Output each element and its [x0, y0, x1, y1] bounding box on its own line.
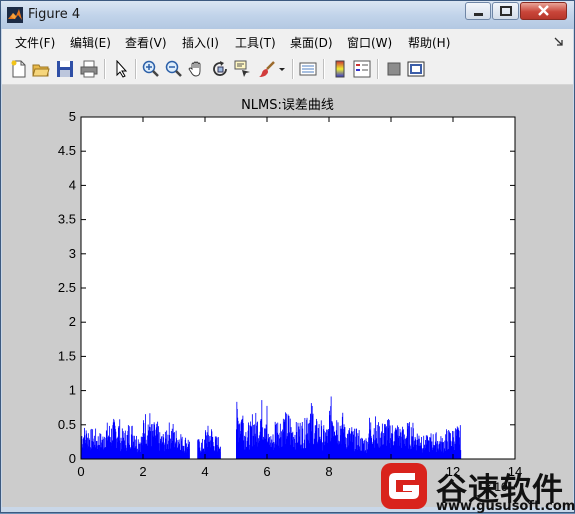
y-tick-label: 5 — [69, 109, 76, 124]
dock-arrow-icon[interactable] — [554, 37, 564, 47]
chart-plot[interactable]: 0246810121400.511.522.533.544.55x 10 — [2, 85, 573, 507]
pan-hand-icon[interactable] — [188, 60, 206, 78]
y-tick-label: 2.5 — [58, 280, 76, 295]
y-tick-label: 2 — [69, 314, 76, 329]
error-bar — [220, 446, 221, 459]
rotate-3d-icon[interactable] — [211, 60, 229, 78]
window-title: Figure 4 — [28, 7, 81, 22]
brush-icon[interactable] — [258, 60, 276, 78]
gususoft-logo-icon — [381, 463, 427, 509]
menu-insert[interactable]: 插入(I) — [182, 34, 219, 51]
y-tick-label: 3 — [69, 246, 76, 261]
y-tick-label: 3.5 — [58, 212, 76, 227]
x-tick-label: 2 — [139, 464, 146, 479]
toolbar-separator — [135, 59, 137, 79]
watermark: 谷速软件 www.gususoft.com — [376, 461, 575, 514]
save-icon[interactable] — [56, 60, 74, 78]
toolbar-separator — [377, 59, 379, 79]
x-tick-label: 6 — [263, 464, 270, 479]
hide-plot-tools-icon[interactable] — [385, 60, 403, 78]
select-arrow-icon[interactable] — [112, 60, 130, 78]
x-tick-label: 4 — [201, 464, 208, 479]
error-bar — [189, 441, 190, 459]
menu-window[interactable]: 窗口(W) — [347, 34, 392, 51]
link-plot-icon[interactable] — [299, 60, 317, 78]
print-icon[interactable] — [80, 60, 98, 78]
open-file-icon[interactable] — [32, 60, 50, 78]
zoom-out-icon[interactable] — [165, 60, 183, 78]
dropdown-arrow-icon[interactable] — [278, 60, 286, 78]
menu-view[interactable]: 查看(V) — [125, 34, 167, 51]
close-icon — [538, 5, 549, 16]
minimize-button[interactable] — [465, 2, 491, 20]
figure-canvas: NLMS:误差曲线 0246810121400.511.522.533.544.… — [2, 85, 573, 507]
data-cursor-icon[interactable] — [234, 60, 252, 78]
menu-tools[interactable]: 工具(T) — [235, 34, 276, 51]
toolbar-separator — [323, 59, 325, 79]
toolbar-separator — [104, 59, 106, 79]
legend-icon[interactable] — [353, 60, 371, 78]
close-button[interactable] — [520, 2, 567, 20]
minimize-icon — [474, 13, 483, 16]
plot-area — [81, 117, 515, 459]
watermark-url: www.gususoft.com — [436, 499, 575, 514]
colorbar-icon[interactable] — [331, 60, 349, 78]
maximize-button[interactable] — [492, 2, 519, 20]
zoom-in-icon[interactable] — [142, 60, 160, 78]
menu-bar: 文件(F) 编辑(E) 查看(V) 插入(I) 工具(T) 桌面(D) 窗口(W… — [2, 29, 573, 53]
show-plot-tools-icon[interactable] — [407, 60, 425, 78]
y-tick-label: 0 — [69, 451, 76, 466]
error-bar — [460, 450, 462, 459]
y-tick-label: 0.5 — [58, 417, 76, 432]
title-bar[interactable]: Figure 4 — [1, 1, 574, 29]
toolbar-separator — [292, 59, 294, 79]
y-tick-label: 4.5 — [58, 143, 76, 158]
y-tick-label: 1.5 — [58, 348, 76, 363]
menu-help[interactable]: 帮助(H) — [408, 34, 450, 51]
menu-desktop[interactable]: 桌面(D) — [290, 34, 333, 51]
y-tick-label: 1 — [69, 383, 76, 398]
y-tick-label: 4 — [69, 177, 76, 192]
toolbar — [2, 53, 573, 85]
x-tick-label: 0 — [77, 464, 84, 479]
figure-window: Figure 4 文件(F) 编辑(E) 查看(V) 插入(I) 工具(T) 桌… — [0, 0, 575, 514]
x-tick-label: 8 — [325, 464, 332, 479]
menu-edit[interactable]: 编辑(E) — [70, 34, 111, 51]
menu-file[interactable]: 文件(F) — [15, 34, 55, 51]
maximize-icon — [500, 6, 512, 16]
matlab-logo-icon — [7, 7, 23, 23]
new-figure-icon[interactable] — [10, 60, 28, 78]
